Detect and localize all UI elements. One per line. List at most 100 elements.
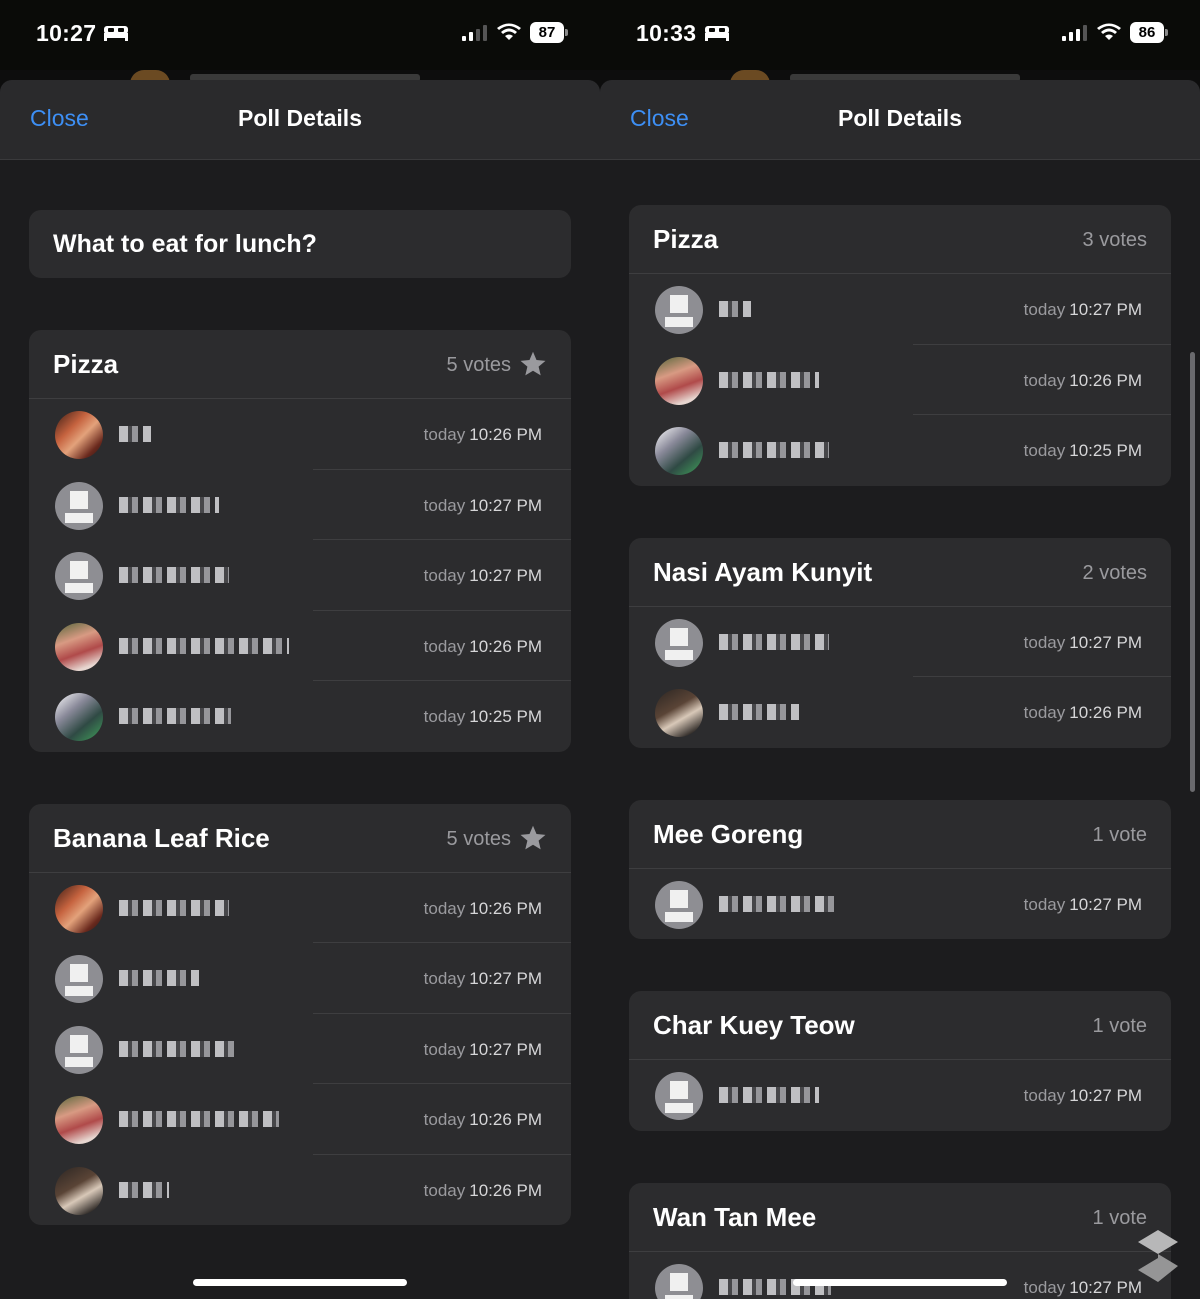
voter-row[interactable]: today 10:25 PM [629,415,1171,486]
voter-name-redacted [119,1181,169,1198]
vote-time: 10:26 PM [469,898,542,918]
voter-name-redacted [719,301,751,317]
voter-row[interactable]: today 10:25 PM [29,681,571,752]
voter-row[interactable]: today 10:27 PM [29,1014,571,1084]
vote-timestamp: today 10:26 PM [1024,703,1142,723]
voter-row[interactable]: today 10:27 PM [29,540,571,611]
vote-day: today [423,495,466,515]
vote-time: 10:27 PM [1069,632,1142,652]
battery-indicator: 87 [530,22,568,43]
voter-name-redacted [719,895,839,912]
home-indicator[interactable] [793,1279,1007,1286]
voter-row[interactable]: today 10:26 PM [29,399,571,470]
voter-name-redacted [119,426,151,442]
vote-day: today [423,898,466,918]
home-indicator[interactable] [193,1279,407,1286]
vote-timestamp: today 10:27 PM [1024,1278,1142,1298]
option-header: Wan Tan Mee 1 vote [629,1183,1171,1252]
vote-timestamp: today 10:25 PM [424,707,542,727]
battery-tip [1165,29,1168,36]
vote-time: 10:27 PM [1069,1086,1142,1105]
status-time: 10:27 [36,20,97,46]
voter-row[interactable]: today 10:27 PM [629,1252,1171,1299]
vote-timestamp: today 10:26 PM [424,425,542,445]
vote-day: today [423,636,466,656]
vote-time: 10:27 PM [469,969,542,988]
vote-day: today [423,969,466,988]
voter-row[interactable]: today 10:26 PM [29,611,571,681]
avatar [55,1166,103,1215]
voter-row[interactable]: today 10:27 PM [29,943,571,1014]
right-screen: 10:33 86 Close Poll Details Pizza 3 votes… [600,0,1200,1299]
voter-row[interactable]: today 10:26 PM [29,1084,571,1155]
vote-time: 10:26 PM [469,636,542,656]
vote-day: today [1023,894,1066,914]
voter-row[interactable]: today 10:26 PM [629,677,1171,748]
voter-row[interactable]: today 10:26 PM [629,345,1171,415]
vote-count: 1 vote [1092,823,1147,846]
vote-timestamp: today 10:27 PM [424,969,542,989]
option-header: Banana Leaf Rice 5 votes [29,804,571,873]
voter-name-redacted [119,899,229,916]
vote-day: today [423,566,466,585]
status-bar: 10:33 86 [600,0,1200,70]
wifi-icon [1097,23,1121,40]
status-time: 10:33 [636,20,697,46]
vote-time: 10:26 PM [469,1180,542,1200]
vote-timestamp: today 10:26 PM [424,637,542,657]
option-header: Char Kuey Teow 1 vote [629,991,1171,1060]
option-name: Wan Tan Mee [653,1201,817,1232]
nav-bar: Close Poll Details [0,80,600,160]
vote-day: today [1023,1277,1066,1297]
battery-indicator: 86 [1130,22,1168,43]
vote-timestamp: today 10:26 PM [424,1110,542,1130]
voter-name-redacted [719,1087,819,1103]
winner-star-icon [520,351,546,376]
watermark-logo-icon [1138,1230,1178,1282]
voter-name-redacted [119,708,231,724]
battery-tip [565,29,568,36]
avatar [55,622,103,671]
poll-question: What to eat for lunch? [53,230,317,258]
vote-timestamp: today 10:27 PM [1024,895,1142,915]
sleep-focus-icon [104,26,128,41]
avatar [55,955,103,1003]
voter-row[interactable]: today 10:27 PM [629,869,1171,940]
voter-row[interactable]: today 10:27 PM [629,1060,1171,1131]
voter-name-redacted [719,371,819,388]
scroll-indicator[interactable] [1190,352,1195,792]
cellular-signal-icon [1062,25,1087,41]
vote-timestamp: today 10:26 PM [424,899,542,919]
vote-day: today [1023,441,1066,460]
voter-name-redacted [119,1111,279,1127]
vote-time: 10:27 PM [469,566,542,585]
voter-name-redacted [119,496,219,513]
avatar [655,618,703,667]
nav-bar: Close Poll Details [600,80,1200,160]
vote-count: 3 votes [1082,229,1147,251]
vote-timestamp: today 10:27 PM [424,566,542,586]
poll-option-card: Pizza 3 votes today 10:27 PM today 10:26 PM to… [629,205,1171,486]
voter-row[interactable]: today 10:27 PM [629,274,1171,345]
vote-time: 10:27 PM [1069,1277,1142,1297]
poll-option-card: Mee Goreng 1 vote today 10:27 PM [629,799,1171,940]
vote-timestamp: today 10:27 PM [1024,1086,1142,1106]
avatar [55,481,103,530]
vote-day: today [423,425,466,444]
option-name: Mee Goreng [653,818,804,849]
poll-option-card: Nasi Ayam Kunyit 2 votes today 10:27 PM toda… [629,537,1171,748]
poll-option-card: Pizza 5 votes today 10:26 PM today 10:27 PM to… [29,330,571,752]
voter-row[interactable]: today 10:26 PM [29,873,571,943]
vote-timestamp: today 10:25 PM [1024,441,1142,461]
vote-time: 10:25 PM [469,707,542,726]
avatar [55,1025,103,1074]
voter-row[interactable]: today 10:27 PM [629,607,1171,677]
avatar [655,1263,703,1299]
voter-name-redacted [119,970,199,986]
page-title: Poll Details [238,105,362,131]
voter-name-redacted [119,567,229,583]
avatar [655,1072,703,1120]
voter-row[interactable]: today 10:26 PM [29,1155,571,1226]
vote-day: today [1023,1086,1066,1105]
voter-row[interactable]: today 10:27 PM [29,470,571,540]
